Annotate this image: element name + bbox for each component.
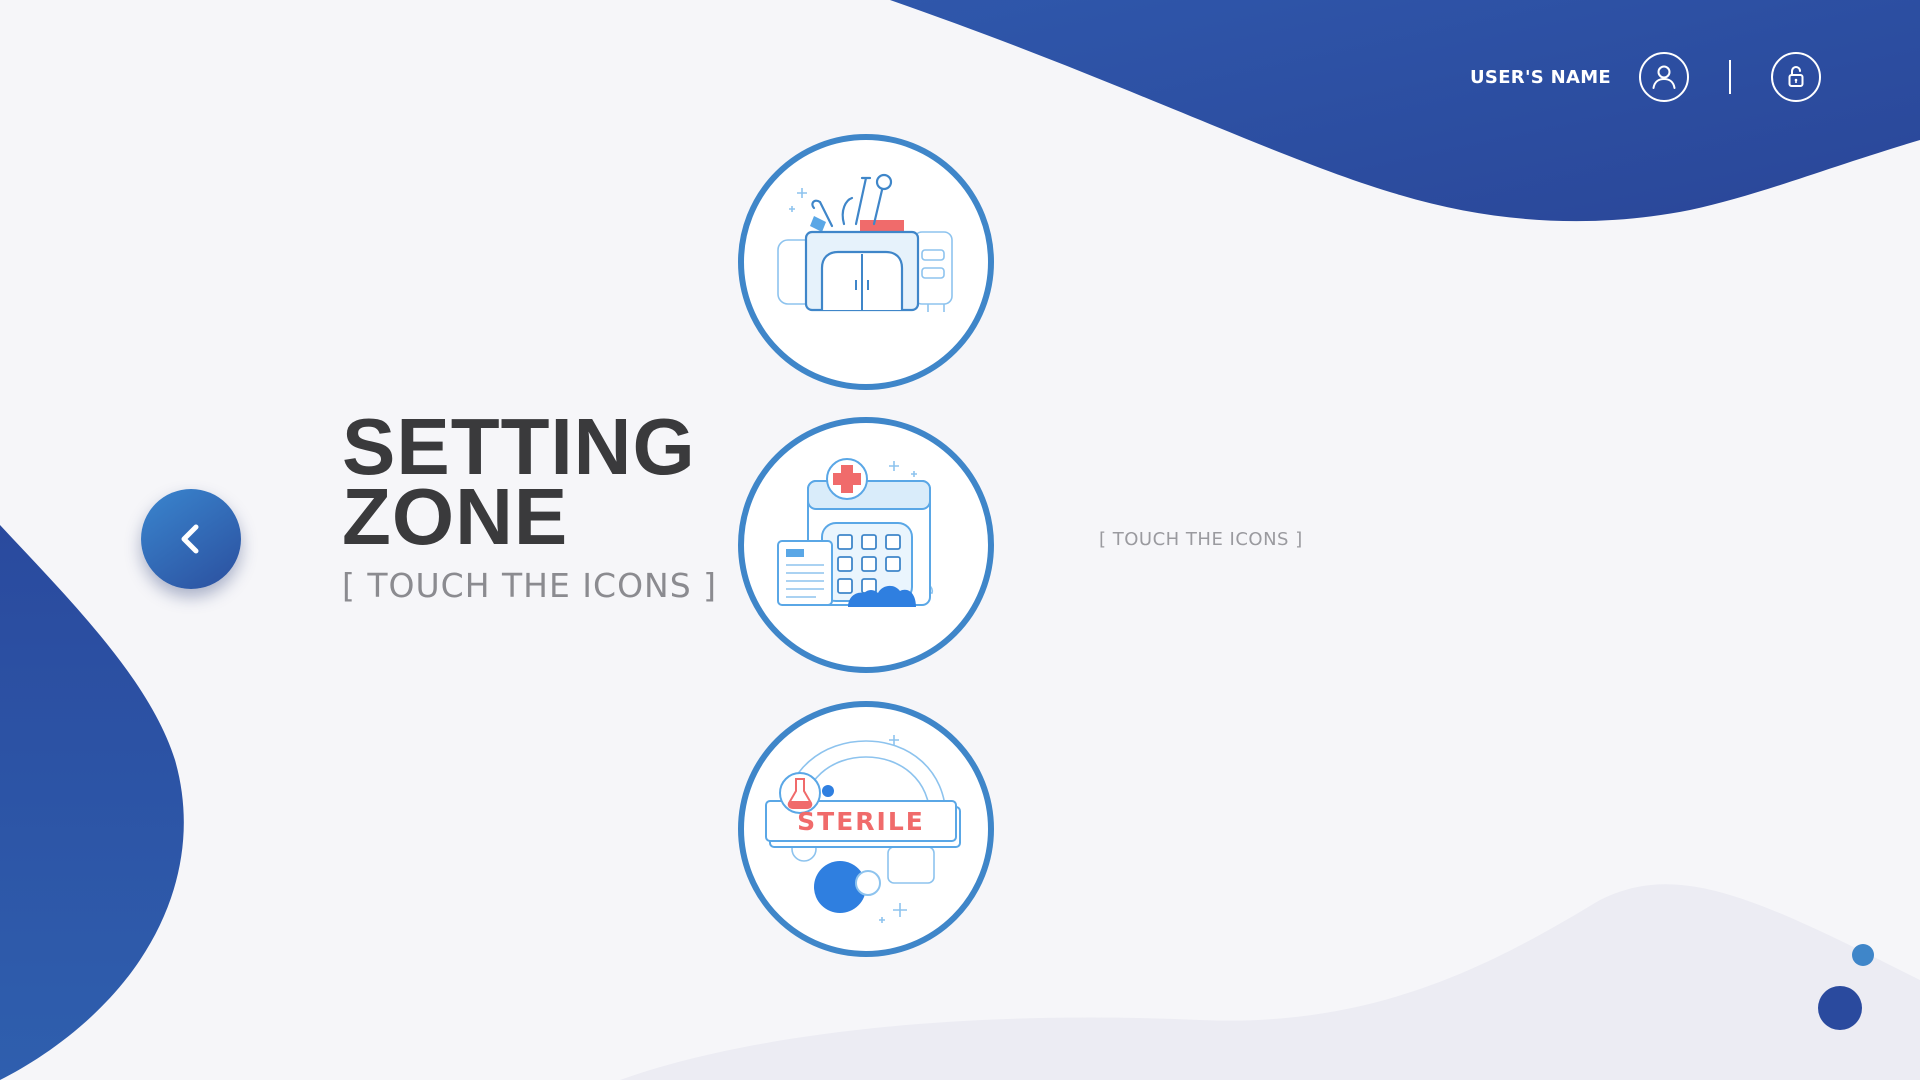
header-bar: USER'S NAME <box>1470 52 1821 102</box>
header-divider <box>1729 60 1731 94</box>
hospital-icon <box>777 458 934 607</box>
sterile-zone-button[interactable]: STERILE <box>738 701 994 957</box>
decor-dot-small <box>1852 944 1874 966</box>
lock-button[interactable] <box>1771 52 1821 102</box>
touch-hint: [ TOUCH THE ICONS ] <box>1099 529 1303 550</box>
title-line-2: ZONE <box>342 472 569 561</box>
unlock-icon <box>1788 65 1804 87</box>
hospital-zone-button[interactable] <box>738 417 994 673</box>
user-icon <box>1652 65 1676 89</box>
chevron-left-icon <box>181 524 199 554</box>
left-wave <box>0 525 184 1080</box>
decor-dot-large <box>1818 986 1862 1030</box>
user-profile-button[interactable] <box>1639 52 1689 102</box>
top-right-wave <box>890 0 1920 222</box>
back-button[interactable] <box>141 489 241 589</box>
page-subtitle: [ TOUCH THE ICONS ] <box>342 566 718 605</box>
dental-tools-zone-button[interactable] <box>738 134 994 390</box>
sterile-label: STERILE <box>797 807 925 836</box>
setting-zone-screen: USER'S NAME SETTING ZONE [ TOUCH THE ICO… <box>0 0 1920 1080</box>
user-name: USER'S NAME <box>1470 66 1611 88</box>
sterile-icon: STERILE <box>765 735 961 923</box>
page-title: SETTING ZONE <box>342 407 696 561</box>
dental-tools-icon <box>777 173 953 312</box>
